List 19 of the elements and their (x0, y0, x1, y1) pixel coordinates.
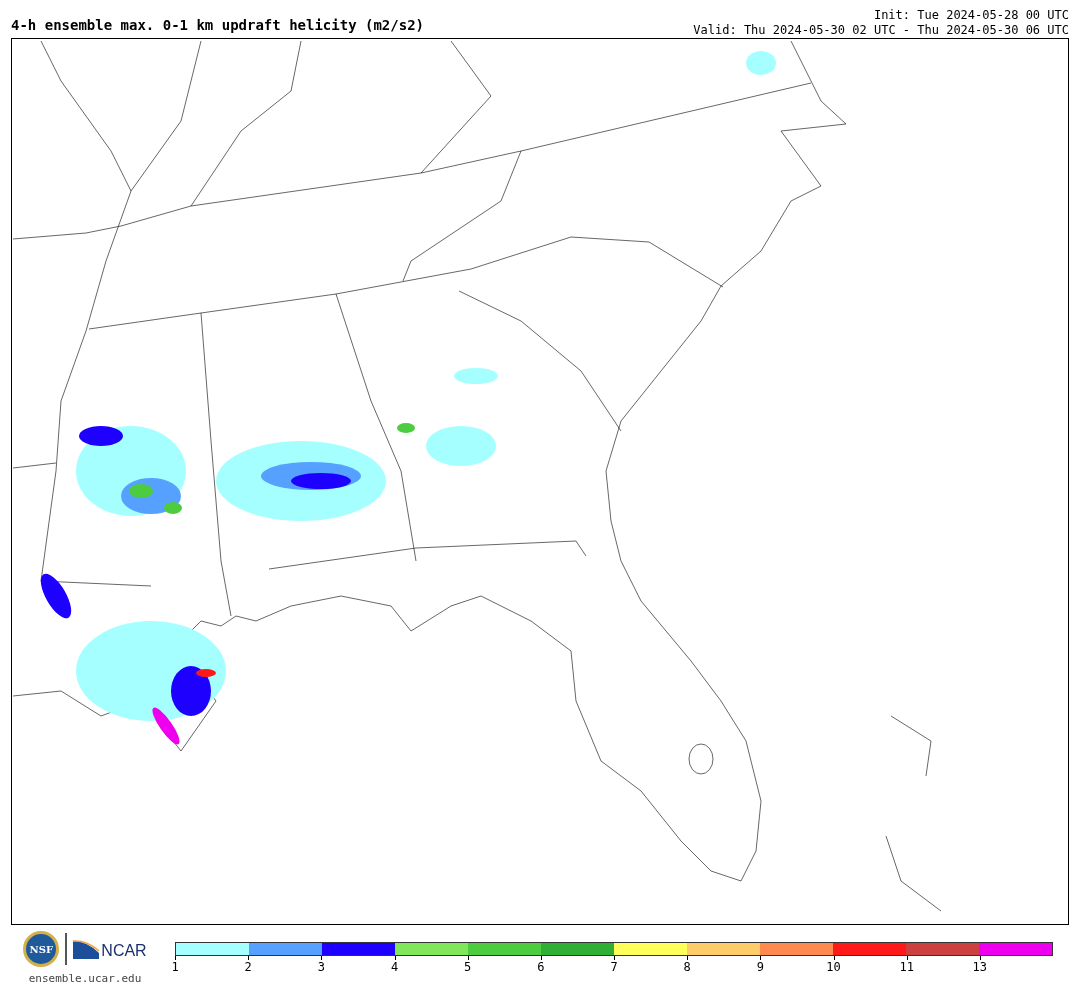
chart-title: 4-h ensemble max. 0-1 km updraft helicity (m2/s2) (11, 18, 424, 35)
colorbar-label: 8 (683, 961, 691, 973)
colorbar-label: 2 (244, 961, 252, 973)
ncar-logo: NCAR (101, 943, 147, 959)
colorbar-label: 4 (390, 961, 399, 973)
colorbar-label: 13 (972, 961, 988, 973)
init-time: Init: Tue 2024-05-28 00 UTC (873, 8, 1069, 23)
colorbar-label: 7 (610, 961, 618, 973)
colorbar-label: 1 (171, 961, 179, 973)
colorbar-label: 5 (464, 961, 472, 973)
ncar-swoosh-icon (73, 939, 100, 959)
colorbar-label: 11 (899, 961, 914, 973)
site-url: ensemble.ucar.edu (28, 971, 142, 987)
nsf-logo: NSF (23, 931, 60, 967)
colorbar-label: 9 (756, 961, 764, 973)
valid-time: Valid: Thu 2024-05-30 02 UTC - Thu 2024-05-30 06 UTC (693, 23, 1069, 38)
colorbar-label: 6 (537, 961, 545, 973)
colorbar-label: 3 (317, 961, 325, 973)
colorbar-label: 10 (826, 961, 841, 973)
